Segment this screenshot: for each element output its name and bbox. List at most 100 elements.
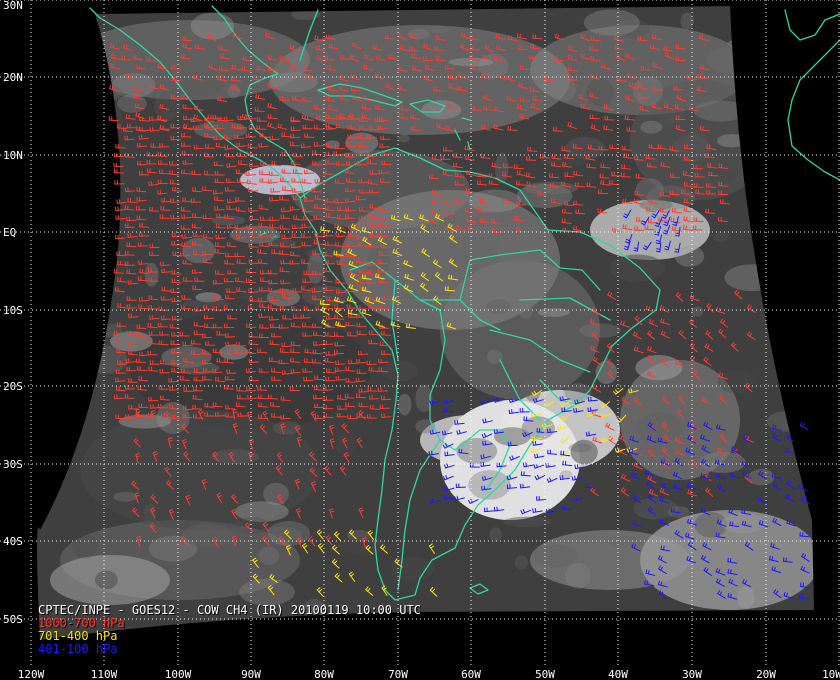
cloud-fleck xyxy=(144,262,159,287)
cloud-fleck xyxy=(272,421,302,435)
cloud-fleck xyxy=(169,71,222,99)
cloud-fleck xyxy=(632,76,664,106)
cloud-fleck xyxy=(380,360,419,382)
cloud-fleck xyxy=(65,139,112,156)
cloud-fleck xyxy=(727,38,777,49)
cloud-fleck xyxy=(335,434,358,455)
cloud-fleck xyxy=(765,293,797,321)
cloud-fleck xyxy=(537,308,570,317)
cloud-fleck xyxy=(182,237,216,264)
cloud-fleck xyxy=(778,286,801,305)
lat-label-10n: 10N xyxy=(3,149,23,162)
legend-high-level: 401-100 hPa xyxy=(38,642,118,656)
cloud-fleck xyxy=(37,183,76,213)
cloud-fleck xyxy=(37,79,72,107)
cloud-fleck xyxy=(117,94,147,113)
cloud-fleck xyxy=(37,193,72,221)
cloud-fleck xyxy=(307,253,325,284)
lon-label-110w: 110W xyxy=(90,668,118,680)
lon-label-60w: 60W xyxy=(461,668,481,680)
cloud-fleck xyxy=(182,523,235,548)
cloud-fleck xyxy=(583,9,640,36)
lon-label-120w: 120W xyxy=(17,668,45,680)
cloud-fleck xyxy=(468,189,522,213)
cloud-fleck xyxy=(691,306,704,317)
cloud-fleck xyxy=(514,555,529,570)
cloud-fleck xyxy=(606,535,640,547)
cloud-fleck xyxy=(559,470,573,479)
lon-label-30w: 30W xyxy=(682,668,702,680)
cloud-fleck xyxy=(258,546,280,565)
lat-label-40s: 40S xyxy=(3,535,23,548)
cloud-fleck xyxy=(564,562,591,589)
lat-label-10s: 10S xyxy=(3,304,23,317)
cloud-fleck xyxy=(66,82,122,105)
cloud-fleck xyxy=(640,120,663,134)
cloud-mass-5 xyxy=(440,260,600,400)
cloud-fleck xyxy=(301,285,349,307)
cloud-fleck xyxy=(407,28,431,40)
cloud-fleck xyxy=(430,25,449,34)
cloud-fleck xyxy=(239,578,295,606)
lon-label-70w: 70W xyxy=(388,668,408,680)
lat-label-50s: 50S xyxy=(3,613,23,626)
lat-label-eq: EQ xyxy=(3,226,17,239)
cloud-fleck xyxy=(263,482,289,506)
cloud-fleck xyxy=(693,100,748,122)
cloud-fleck xyxy=(269,72,318,93)
cloud-fleck xyxy=(658,106,685,124)
lon-label-10w: 10W xyxy=(822,668,840,680)
cloud-fleck xyxy=(397,134,410,143)
cloud-fleck xyxy=(554,77,576,102)
lon-label-40w: 40W xyxy=(608,668,628,680)
africa-coast xyxy=(787,39,840,181)
lat-label-20n: 20N xyxy=(3,71,23,84)
cloud-fleck xyxy=(743,6,761,30)
cloud-fleck xyxy=(71,534,99,559)
map-legend: CPTEC/INPE - GOES12 - COW CH4 (IR) 20100… xyxy=(38,604,421,656)
cloud-fleck xyxy=(503,516,552,528)
map-canvas xyxy=(0,0,840,668)
cloud-fleck xyxy=(635,355,683,381)
cloud-fleck xyxy=(712,231,729,242)
cloud-fleck xyxy=(456,438,498,464)
cloud-fleck xyxy=(737,586,755,609)
cloud-fleck xyxy=(680,12,694,30)
satellite-wind-map: 30N 20N 10N EQ 10S 20S 30S 40S 50S 120W … xyxy=(0,0,840,680)
cloud-fleck xyxy=(570,439,598,465)
cloud-fleck xyxy=(579,323,622,338)
cloud-fleck xyxy=(524,181,578,195)
lon-label-80w: 80W xyxy=(314,668,334,680)
cloud-fleck xyxy=(706,46,760,74)
cloud-fleck xyxy=(724,264,780,292)
cloud-fleck xyxy=(717,370,758,394)
cloud-fleck xyxy=(227,83,240,99)
lat-label-30s: 30S xyxy=(3,458,23,471)
wind-barb-icon xyxy=(799,421,809,431)
cloud-fleck xyxy=(398,393,412,416)
cloud-fleck xyxy=(532,544,579,568)
cloud-fleck xyxy=(692,124,707,144)
cloud-fleck xyxy=(777,23,806,36)
lon-label-90w: 90W xyxy=(241,668,261,680)
cloud-fleck xyxy=(190,12,235,40)
cloud-fleck xyxy=(95,570,118,590)
lat-label-20s: 20S xyxy=(3,380,23,393)
greenland-coast xyxy=(784,9,840,41)
cloud-fleck xyxy=(415,419,436,434)
cloud-fleck xyxy=(219,344,249,360)
cloud-fleck xyxy=(486,299,511,315)
lon-label-50w: 50W xyxy=(535,668,555,680)
cloud-fleck xyxy=(523,379,542,402)
cloud-fleck xyxy=(519,303,533,319)
lon-label-20w: 20W xyxy=(756,668,776,680)
cloud-fleck xyxy=(113,491,138,502)
cloud-fleck xyxy=(721,512,766,534)
lon-label-100w: 100W xyxy=(164,668,192,680)
cloud-fleck xyxy=(717,134,746,148)
cloud-fleck xyxy=(98,106,124,135)
cloud-fleck xyxy=(339,535,386,555)
cloud-fleck xyxy=(489,527,502,542)
lat-label-30n: 30N xyxy=(3,0,23,12)
cloud-fleck xyxy=(83,345,128,374)
